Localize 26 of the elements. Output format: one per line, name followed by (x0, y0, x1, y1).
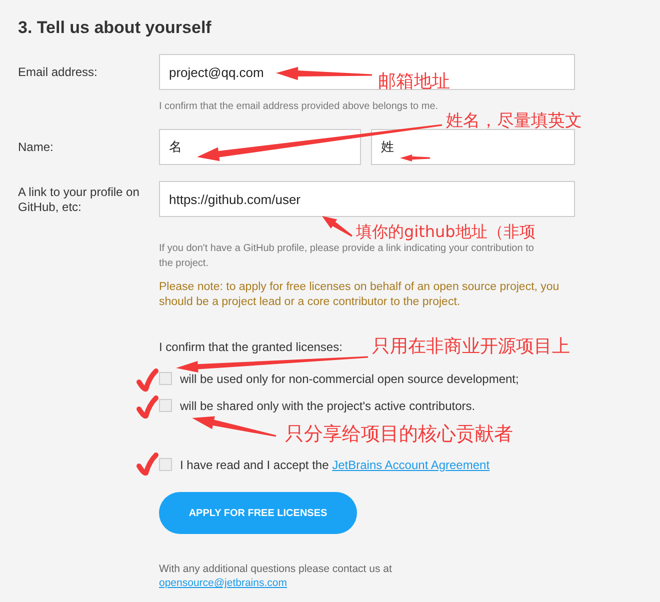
check-mark-drawing (136, 368, 158, 392)
contact-text: With any additional questions please contact us at (159, 562, 392, 576)
arrow-annotation (322, 216, 352, 237)
profile-link-field[interactable]: https://github.com/user (159, 181, 575, 217)
annotation-text: 填你的github地址（非项 (356, 223, 536, 242)
annotation-text: 只分享给项目的核心贡献者 (285, 424, 513, 446)
hint-text: I confirm that the email address provided above belongs to me. (159, 100, 440, 113)
note-text: Please note: to apply for free licenses on behalf of an open source project, you should be a project lead or a core contributor to the project. (159, 280, 560, 310)
last-name-field[interactable]: 姓 (371, 129, 575, 165)
checkbox[interactable] (159, 458, 172, 471)
annotation-text: 姓名，尽量填英文 (446, 112, 582, 132)
field-label: A link to your profile on GitHub, etc: (18, 184, 140, 216)
check-mark-drawing (136, 452, 158, 476)
field-label: Name: (18, 139, 54, 156)
checkbox[interactable] (159, 399, 172, 412)
checkbox-label: will be used only for non-commercial open source development; (180, 372, 519, 386)
checkbox-label: will be shared only with the project's active contributors. (180, 398, 476, 412)
annotation-text: 邮箱地址 (378, 72, 450, 93)
field-label: Email address: (18, 64, 98, 81)
checkbox-label: I have read and I accept the JetBrains Account Agreement (180, 458, 490, 472)
checkbox[interactable] (159, 372, 172, 385)
confirm-text: I confirm that the granted licenses: (159, 340, 342, 355)
hint-text: If you don't have a GitHub profile, please provide a link indicating your contribution to the project. (159, 242, 535, 271)
check-mark-drawing (136, 396, 158, 419)
section-heading: 3. Tell us about yourself (18, 18, 212, 38)
annotation-text: 只用在非商业开源项目上 (372, 337, 570, 358)
